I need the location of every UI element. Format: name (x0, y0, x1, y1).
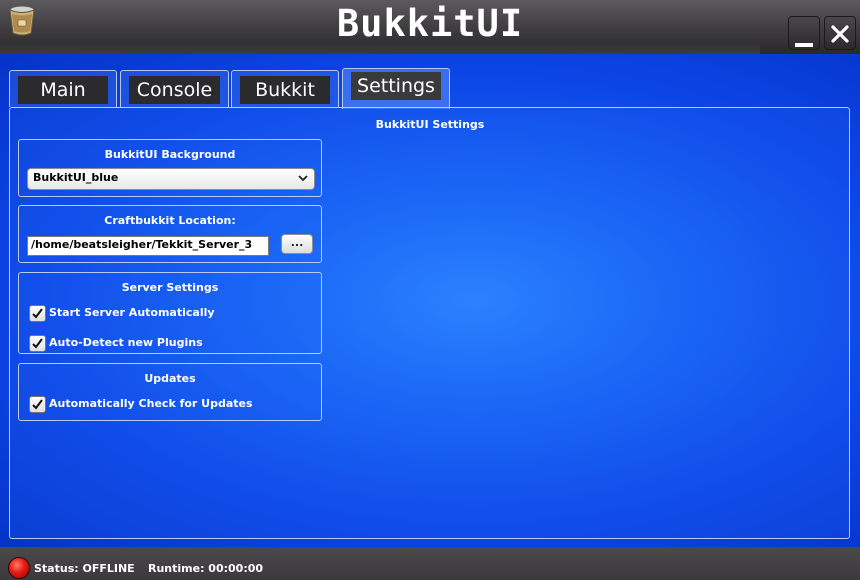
tab-label: Bukkit (240, 76, 330, 104)
tab-label: Settings (351, 72, 441, 100)
updates-group: Updates Automatically Check for Updates (18, 363, 322, 421)
close-button[interactable] (824, 16, 856, 50)
auto-check-updates-checkbox[interactable] (29, 396, 46, 413)
group-title: Craftbukkit Location: (104, 214, 236, 227)
selected-background: BukkitUI_blue (33, 171, 119, 184)
app-title: BukkitUI (336, 2, 524, 45)
status-bar: Status: OFFLINE Runtime: 00:00:00 (0, 547, 860, 580)
group-title: Updates (144, 372, 196, 385)
checkmark-icon (32, 308, 43, 319)
minimize-button[interactable] (788, 16, 820, 50)
location-group: Craftbukkit Location: /home/beatsleigher… (18, 205, 322, 263)
group-title: Server Settings (121, 281, 219, 294)
minimize-icon (795, 34, 813, 53)
path-value: /home/beatsleigher/Tekkit_Server_3 (31, 238, 253, 251)
checkmark-icon (32, 399, 43, 410)
tab-console[interactable]: Console (120, 70, 229, 107)
panel-title: BukkitUI Settings (375, 118, 485, 131)
chevron-down-icon (298, 172, 308, 186)
auto-detect-checkbox[interactable] (29, 335, 46, 352)
status-indicator-icon (8, 557, 30, 579)
close-icon (831, 25, 849, 47)
checkbox-label: Automatically Check for Updates (49, 397, 253, 410)
craftbukkit-path-field[interactable]: /home/beatsleigher/Tekkit_Server_3 (27, 236, 269, 256)
background-select[interactable]: BukkitUI_blue (27, 168, 315, 190)
checkbox-label: Start Server Automatically (49, 306, 215, 319)
tab-settings[interactable]: Settings (342, 68, 450, 109)
background-group: BukkitUI Background BukkitUI_blue (18, 139, 322, 197)
status-text: Status: OFFLINE (34, 562, 135, 575)
tab-label: Main (18, 76, 108, 104)
browse-button[interactable]: ... (281, 234, 313, 254)
start-server-checkbox[interactable] (29, 305, 46, 322)
runtime-text: Runtime: 00:00:00 (148, 562, 264, 575)
group-title: BukkitUI Background (104, 148, 236, 161)
server-settings-group: Server Settings Start Server Automatical… (18, 272, 322, 354)
tab-label: Console (129, 76, 220, 104)
tab-bukkit[interactable]: Bukkit (231, 70, 339, 107)
tab-main[interactable]: Main (9, 70, 117, 107)
checkbox-label: Auto-Detect new Plugins (49, 336, 203, 349)
checkmark-icon (32, 338, 43, 349)
